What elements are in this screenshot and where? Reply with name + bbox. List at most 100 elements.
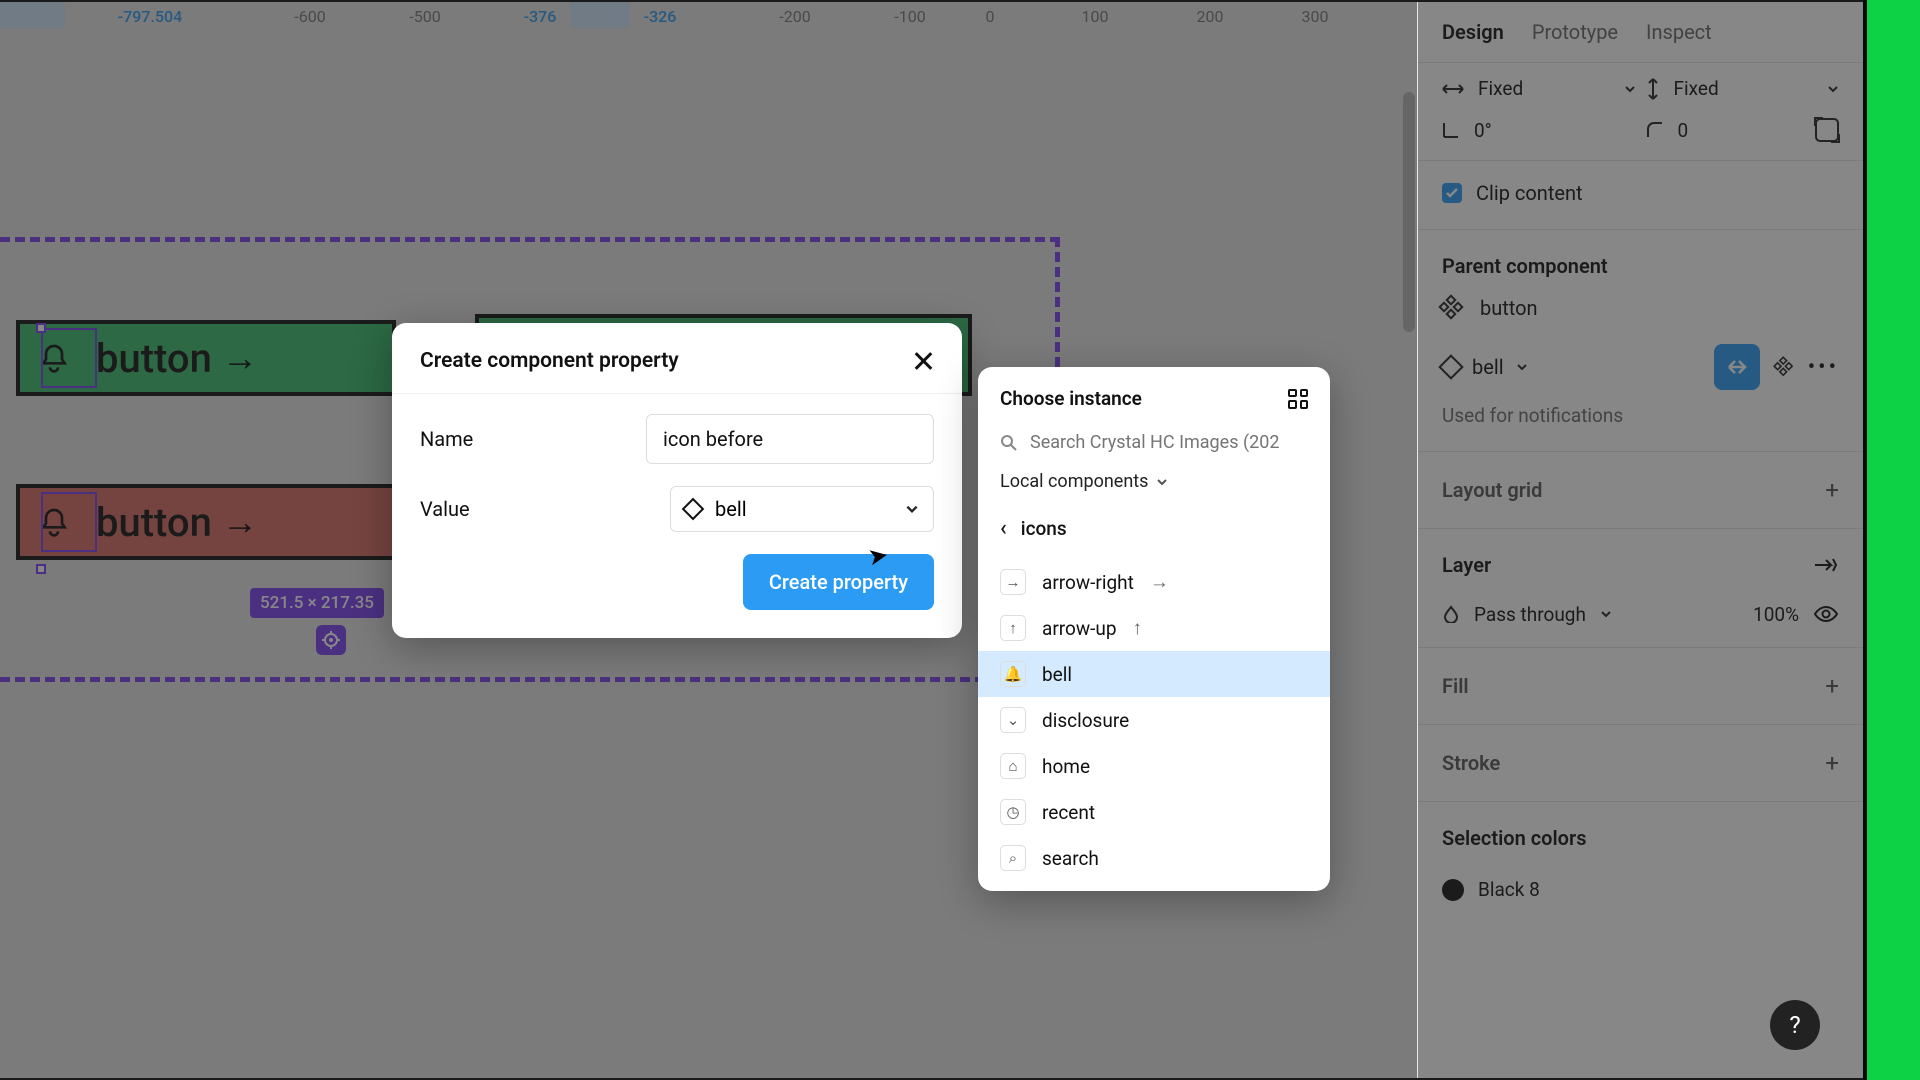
breadcrumb[interactable]: icons — [1021, 517, 1067, 540]
ruler-tick: 100 — [1082, 7, 1109, 26]
chevron-down-icon — [1156, 476, 1168, 488]
instance-thumb: ◷ — [1000, 799, 1026, 825]
instance-item-label: bell — [1042, 663, 1072, 686]
vertical-resize-icon — [1646, 78, 1660, 100]
chevron-down-icon — [1624, 83, 1636, 95]
instance-item-recent[interactable]: ◷ recent — [978, 789, 1330, 835]
instance-item-search[interactable]: ⌕search — [978, 835, 1330, 881]
plus-icon[interactable]: + — [1825, 476, 1839, 504]
ruler-tick: -100 — [894, 7, 925, 26]
eye-icon[interactable] — [1813, 601, 1839, 627]
ruler-tick: -500 — [409, 7, 440, 26]
swap-icon — [1725, 355, 1749, 379]
chevron-down-icon — [1516, 361, 1528, 373]
instance-thumb: ⌂ — [1000, 753, 1026, 779]
arrow-right-icon: → — [222, 501, 258, 543]
instance-list: → arrow-right → ↑ arrow-up ↑ 🔔 bell ⌄ disclosure ⌂… — [978, 559, 1330, 881]
value-text: bell — [715, 497, 747, 521]
instance-item-home[interactable]: ⌂ home — [978, 743, 1330, 789]
instance-dropdown[interactable]: bell — [1442, 355, 1700, 379]
layout-grid-section[interactable]: Layout grid + — [1418, 452, 1863, 529]
height-mode[interactable]: Fixed — [1674, 77, 1814, 100]
tab-design[interactable]: Design — [1442, 20, 1504, 44]
instance-item-bell[interactable]: 🔔 bell — [978, 651, 1330, 697]
swap-instance-button[interactable] — [1714, 344, 1760, 390]
button-label: button — [96, 335, 212, 382]
horizontal-resize-icon — [1442, 82, 1464, 96]
color-name: Black 8 — [1478, 878, 1540, 901]
instance-item-label: home — [1042, 755, 1090, 778]
instance-item-arrow-right[interactable]: → arrow-right → — [978, 559, 1330, 605]
instance-item-arrow-up[interactable]: ↑ arrow-up ↑ — [978, 605, 1330, 651]
name-input[interactable] — [646, 414, 934, 464]
opacity-value[interactable]: 100% — [1753, 603, 1799, 626]
target-icon[interactable] — [316, 625, 346, 655]
selection-box — [41, 492, 97, 552]
back-icon[interactable]: ‹ — [1000, 516, 1007, 541]
independent-corners-icon[interactable] — [1815, 118, 1839, 142]
radius-icon — [1646, 121, 1664, 139]
instance-suffix: → — [1150, 570, 1169, 594]
fill-label: Fill — [1442, 674, 1469, 698]
tab-prototype[interactable]: Prototype — [1532, 20, 1618, 44]
local-components-dropdown[interactable]: Local components — [978, 471, 1330, 512]
help-button[interactable]: ? — [1770, 1000, 1820, 1050]
instance-item-label: arrow-right — [1042, 571, 1134, 594]
button-label: button — [96, 499, 212, 546]
ruler-tick: 0 — [986, 7, 995, 26]
create-property-dialog: Create component property Name Value bel… — [392, 323, 962, 638]
layout-grid-label: Layout grid — [1442, 478, 1542, 502]
blend-mode[interactable]: Pass through — [1474, 603, 1586, 626]
grid-view-icon[interactable] — [1288, 389, 1308, 409]
parent-component-name[interactable]: button — [1480, 296, 1538, 320]
dialog-title: Create component property — [420, 349, 679, 373]
close-icon[interactable] — [912, 350, 934, 372]
arrow-right-icon: → — [222, 337, 258, 379]
instance-description: Used for notifications — [1418, 400, 1863, 452]
instance-item-label: arrow-up — [1042, 617, 1117, 640]
component-set-icon — [1442, 298, 1462, 318]
chevron-down-icon — [1827, 83, 1839, 95]
local-components-label: Local components — [1000, 471, 1148, 492]
more-icon[interactable]: ••• — [1808, 355, 1839, 380]
ruler-tick: -326 — [644, 7, 677, 26]
instance-suffix: ↑ — [1133, 616, 1143, 640]
instance-thumb: → — [1000, 569, 1026, 595]
rotation-value[interactable]: 0° — [1474, 119, 1492, 142]
clip-checkbox[interactable] — [1442, 183, 1462, 203]
instance-thumb: ⌄ — [1000, 707, 1026, 733]
color-swatch[interactable] — [1442, 879, 1464, 901]
ruler-tick: -600 — [294, 7, 325, 26]
layer-style-icon[interactable] — [1813, 555, 1839, 575]
selection-colors-label: Selection colors — [1442, 826, 1586, 850]
width-mode[interactable]: Fixed — [1478, 77, 1610, 100]
instance-thumb: ↑ — [1000, 615, 1026, 641]
ruler-tick: 300 — [1302, 7, 1329, 26]
ruler-tick: -797.504 — [118, 7, 182, 26]
scrollbar[interactable] — [1401, 32, 1417, 972]
fill-section[interactable]: Fill + — [1418, 648, 1863, 725]
instance-item-disclosure[interactable]: ⌄ disclosure — [978, 697, 1330, 743]
selection-box — [41, 328, 97, 388]
selection-handle[interactable] — [36, 323, 46, 333]
layer-label: Layer — [1442, 553, 1491, 577]
search-input[interactable] — [1030, 432, 1308, 453]
instance-icon — [682, 498, 705, 521]
selection-handle[interactable] — [36, 564, 46, 574]
tab-inspect[interactable]: Inspect — [1646, 20, 1712, 44]
stroke-section[interactable]: Stroke + — [1418, 725, 1863, 802]
ruler: -797.504-600-500-376-326-200-10001002003… — [0, 2, 1417, 28]
scroll-thumb[interactable] — [1403, 92, 1415, 332]
instance-item-label: recent — [1042, 801, 1095, 824]
go-to-main-icon[interactable] — [1776, 359, 1792, 375]
parent-component-header: Parent component — [1418, 230, 1863, 286]
value-select[interactable]: bell — [670, 486, 934, 532]
radius-value[interactable]: 0 — [1678, 119, 1689, 142]
instance-thumb: 🔔 — [1000, 661, 1026, 687]
plus-icon[interactable]: + — [1825, 749, 1839, 777]
plus-icon[interactable]: + — [1825, 672, 1839, 700]
angle-icon — [1442, 121, 1460, 139]
instance-item-label: disclosure — [1042, 709, 1129, 732]
create-property-button[interactable]: Create property — [743, 554, 934, 610]
clip-label: Clip content — [1476, 181, 1583, 205]
